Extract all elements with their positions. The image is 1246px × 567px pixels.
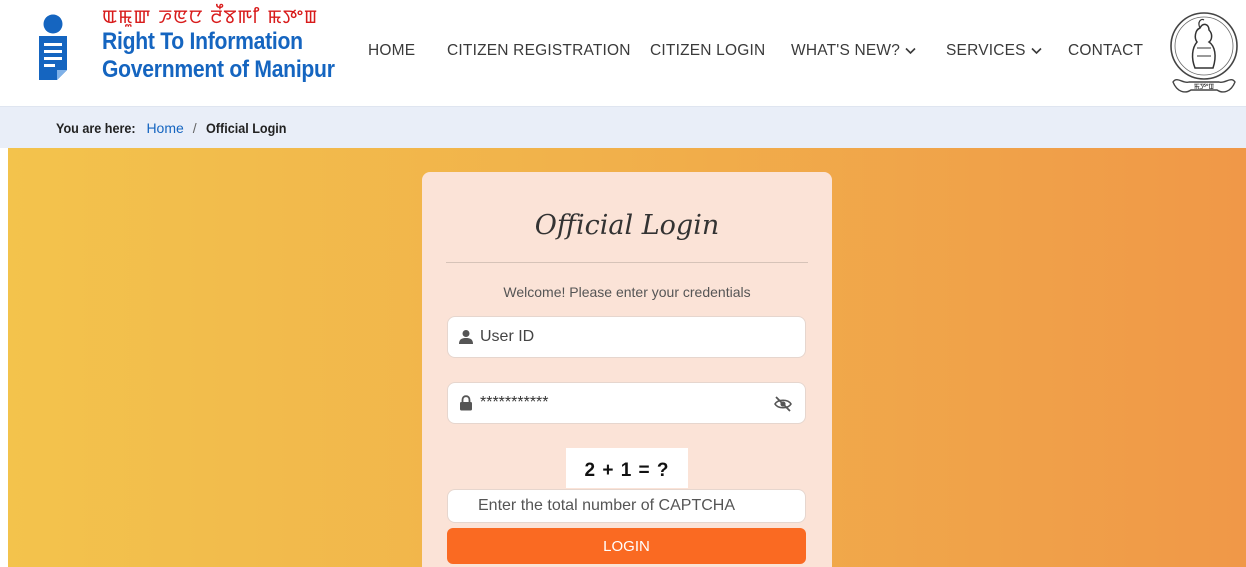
lock-icon (460, 395, 472, 411)
nav-home-label: HOME (368, 42, 416, 59)
user-icon (459, 330, 473, 344)
brand-line-1: Right To Information (102, 28, 303, 55)
divider (446, 262, 808, 263)
eye-slash-icon[interactable] (773, 395, 793, 413)
nav-services[interactable]: SERVICES (946, 42, 1042, 60)
password-field[interactable] (447, 382, 806, 424)
breadcrumb-prefix: You are here: (56, 119, 136, 136)
manipur-emblem-icon: ꯃꯇꯦꯡ (1170, 12, 1238, 93)
breadcrumb-current: Official Login (205, 119, 287, 136)
rti-info-logo-icon[interactable] (36, 14, 70, 80)
nav-whats-new-label: WHAT'S NEW? (791, 42, 901, 59)
user-id-input[interactable] (480, 328, 805, 346)
chevron-down-icon (1031, 47, 1042, 55)
chevron-down-icon (905, 47, 916, 55)
svg-text:ꯃꯇꯦꯡ: ꯃꯇꯦꯡ (1194, 82, 1215, 91)
nav-services-label: SERVICES (946, 42, 1026, 59)
breadcrumb-separator: / (192, 119, 197, 136)
captcha-input[interactable] (478, 497, 805, 515)
hero-section: Official Login Welcome! Please enter you… (8, 148, 1246, 567)
captcha-question: 2 + 1 = ? (566, 448, 688, 488)
user-id-field[interactable] (447, 316, 806, 358)
nav-contact[interactable]: CONTACT (1068, 42, 1143, 60)
nav-citizen-registration-label: CITIZEN REGISTRATION (447, 42, 631, 59)
password-input[interactable] (480, 394, 805, 412)
nav-citizen-login-label: CITIZEN LOGIN (650, 42, 766, 59)
nav-whats-new[interactable]: WHAT'S NEW? (791, 42, 916, 60)
nav-citizen-login[interactable]: CITIZEN LOGIN (650, 42, 765, 60)
brand-script-text: ꯑꯃꯨꯛ ꯍꯟꯅ ꯂꯩꯕꯒꯤ ꯃꯇꯦꯡ (102, 6, 319, 28)
login-card: Official Login Welcome! Please enter you… (422, 172, 832, 567)
site-header: ꯑꯃꯨꯛ ꯍꯟꯅ ꯂꯩꯕꯒꯤ ꯃꯇꯦꯡ Right To Information… (0, 0, 1246, 106)
breadcrumb-home-link[interactable]: Home (146, 120, 183, 136)
login-button[interactable]: LOGIN (447, 528, 806, 564)
login-subtitle: Welcome! Please enter your credentials (503, 284, 751, 300)
nav-contact-label: CONTACT (1068, 42, 1144, 59)
brand-line-2: Government of Manipur (102, 56, 335, 83)
brand-block[interactable]: ꯑꯃꯨꯛ ꯍꯟꯅ ꯂꯩꯕꯒꯤ ꯃꯇꯦꯡ Right To Information… (102, 6, 366, 84)
login-title: Official Login (534, 210, 720, 241)
captcha-field[interactable] (447, 489, 806, 523)
breadcrumb: You are here: Home / Official Login (0, 106, 1246, 148)
nav-citizen-registration[interactable]: CITIZEN REGISTRATION (447, 42, 631, 60)
nav-home[interactable]: HOME (368, 42, 415, 60)
